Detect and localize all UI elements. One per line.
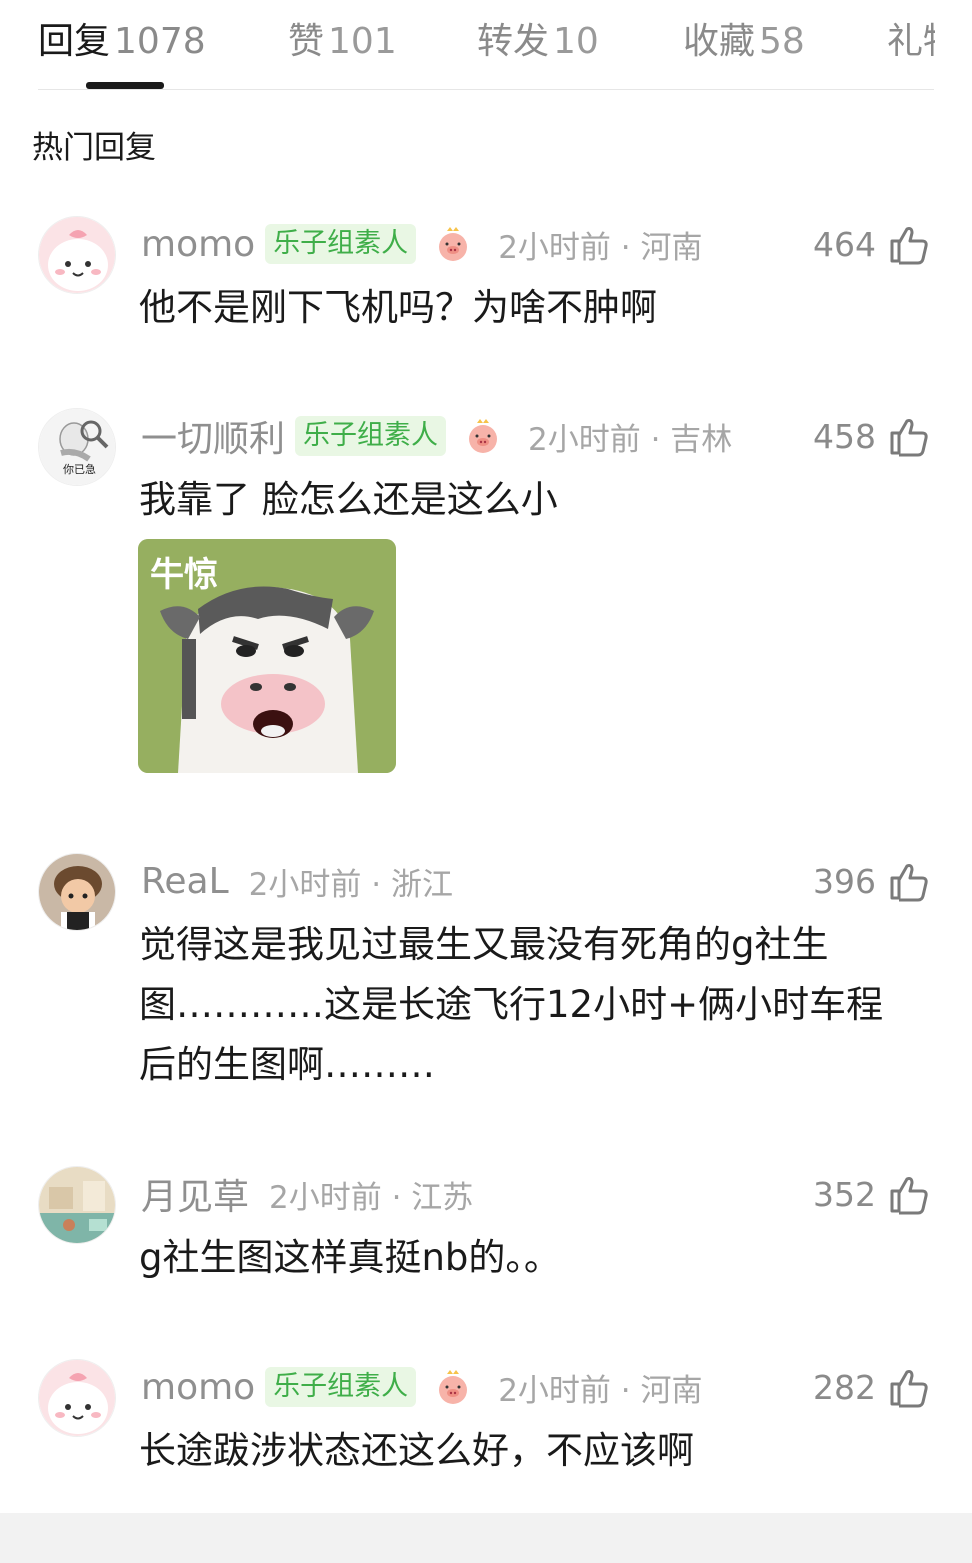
like-count: 282 (813, 1367, 876, 1407)
post-time-location: 2小时前 · 吉林 (528, 421, 733, 458)
section-title: 热门回复 (32, 130, 156, 166)
thumbs-up-icon (890, 227, 928, 265)
thumbs-up-icon (890, 1370, 928, 1408)
avatar[interactable] (38, 1166, 116, 1244)
bottom-bar (0, 1513, 972, 1563)
tab-divider (38, 89, 934, 90)
comment-text: 他不是刚下飞机吗？为啥不肿啊 (139, 286, 657, 329)
avatar[interactable] (38, 853, 116, 931)
avatar[interactable] (38, 1359, 116, 1437)
avatar-caption: 你已急 (63, 463, 96, 476)
post-time-location: 2小时前 · 河南 (498, 1372, 703, 1409)
tab-reposts[interactable]: 转发 10 (477, 12, 599, 62)
group-badge[interactable]: 乐子组素人 (265, 1367, 417, 1407)
sticker-image[interactable]: 牛惊 (138, 539, 396, 773)
tab-count: 1078 (114, 21, 206, 62)
post-time-location: 2小时前 · 江苏 (269, 1179, 474, 1216)
like-button[interactable]: 396 (813, 859, 930, 903)
like-count: 396 (813, 861, 876, 901)
comment-meta: ReaL 2小时前 · 浙江 (141, 859, 453, 903)
active-tab-indicator (86, 82, 164, 89)
sticker-caption: 牛惊 (150, 555, 218, 595)
pig-face-icon (439, 227, 468, 261)
tab-count: 58 (759, 21, 805, 62)
tab-label: 赞 (288, 21, 325, 62)
tab-count: 101 (328, 21, 397, 62)
like-count: 464 (813, 224, 876, 264)
avatar[interactable]: 你已急 (38, 408, 116, 486)
group-badge[interactable]: 乐子组素人 (295, 416, 447, 456)
comment-text: 长途跋涉状态还这么好，不应该啊 (139, 1429, 694, 1472)
like-button[interactable]: 352 (813, 1172, 930, 1216)
tab-likes[interactable]: 赞 101 (288, 12, 397, 62)
tab-label: 收藏 (683, 21, 756, 62)
tab-bar: 回复1078 赞101 转发10 收藏58 礼物 (0, 0, 972, 92)
tab-count: 10 (553, 21, 599, 62)
thumbs-up-icon (890, 419, 928, 457)
comment-text: 我靠了 脸怎么还是这么小 (139, 478, 558, 521)
like-button[interactable]: 464 (813, 222, 930, 266)
group-badge[interactable]: 乐子组素人 (265, 224, 417, 264)
tab-favorites[interactable]: 收藏 58 (683, 12, 805, 62)
tab-gifts[interactable]: 礼物 (887, 12, 935, 56)
username[interactable]: ReaL (141, 861, 229, 902)
tab-label: 礼物 (887, 21, 935, 56)
tab-replies[interactable]: 回复 1078 (38, 12, 206, 62)
like-count: 458 (813, 416, 876, 456)
thumbs-up-icon (890, 864, 928, 902)
username[interactable]: momo (141, 224, 255, 265)
username[interactable]: 月见草 (141, 1168, 249, 1220)
avatar[interactable] (38, 216, 116, 294)
post-time-location: 2小时前 · 浙江 (248, 866, 453, 903)
pig-face-icon (439, 1370, 468, 1404)
post-time-location: 2小时前 · 河南 (498, 229, 703, 266)
username[interactable]: momo (141, 1367, 255, 1408)
like-button[interactable]: 458 (813, 414, 930, 458)
comment-meta: 一切顺利 乐子组素人 2小时前 · 吉林 (141, 414, 733, 460)
comment-meta: momo 乐子组素人 2小时前 · 河南 (141, 222, 702, 266)
comment-meta: momo 乐子组素人 2小时前 · 河南 (141, 1365, 702, 1409)
tab-label: 转发 (477, 21, 550, 62)
comment-meta: 月见草 2小时前 · 江苏 (141, 1172, 474, 1218)
tab-label: 回复 (38, 21, 111, 62)
pig-face-icon (469, 419, 498, 453)
comment-text: 觉得这是我见过最生又最没有死角的g社生图…………这是长途飞行12小时+俩小时车程… (139, 923, 884, 1086)
thumbs-up-icon (890, 1177, 928, 1215)
like-count: 352 (813, 1174, 876, 1214)
comment-text: g社生图这样真挺nb的。。 (139, 1236, 561, 1279)
username[interactable]: 一切顺利 (141, 410, 285, 462)
like-button[interactable]: 282 (813, 1365, 930, 1409)
